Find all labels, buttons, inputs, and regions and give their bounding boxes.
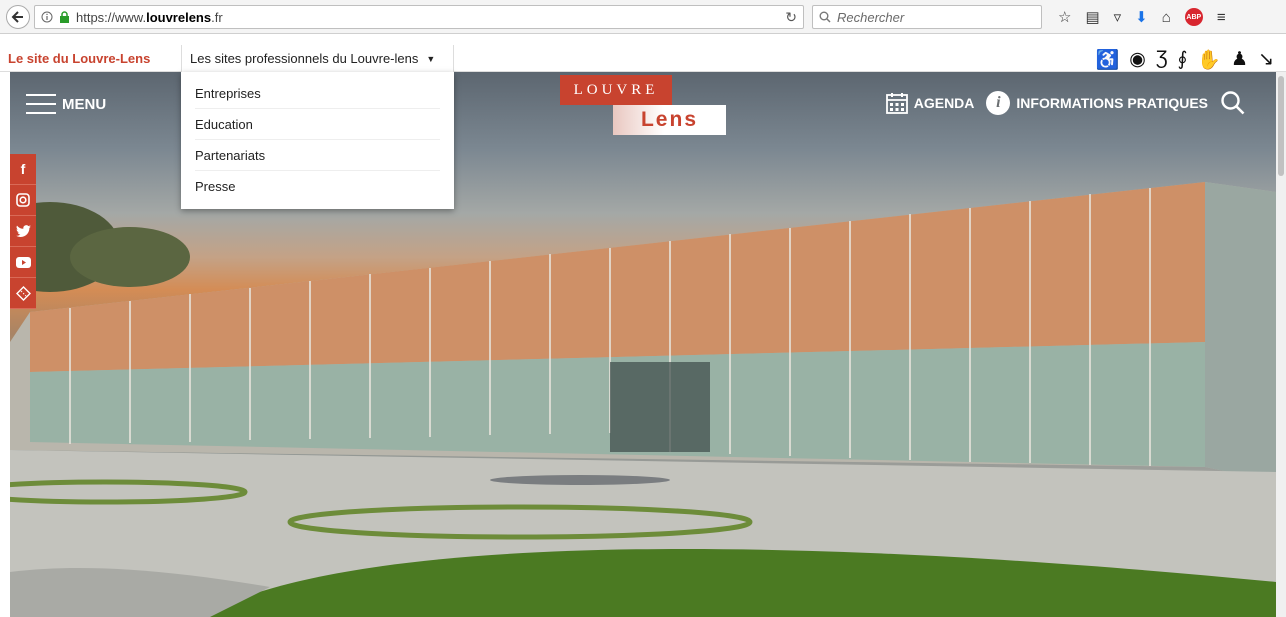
- wheelchair-icon[interactable]: ♿: [1096, 48, 1120, 72]
- logo-top: LOUVRE: [560, 75, 672, 105]
- info-circle-icon[interactable]: [41, 11, 53, 23]
- louvre-lens-logo[interactable]: LOUVRE Lens: [560, 75, 730, 135]
- download-icon[interactable]: ⬇: [1135, 8, 1148, 26]
- deaf-icon[interactable]: Ʒ: [1156, 48, 1168, 72]
- family-icon[interactable]: ♟: [1231, 48, 1248, 72]
- search-icon: [819, 11, 831, 23]
- instagram-icon[interactable]: [10, 185, 36, 216]
- logo-bottom: Lens: [613, 105, 726, 135]
- browser-search-input[interactable]: Rechercher: [812, 5, 1042, 29]
- lock-icon[interactable]: [59, 11, 70, 23]
- sign-language-icon[interactable]: ✋: [1197, 48, 1221, 72]
- menu-icon[interactable]: ≡: [1217, 9, 1226, 26]
- youtube-icon[interactable]: [10, 247, 36, 278]
- ticket-icon[interactable]: [10, 278, 36, 309]
- url-text: https://www.louvrelens.fr: [76, 9, 223, 25]
- pro-sites-dropdown[interactable]: Les sites professionnels du Louvre-lens …: [181, 45, 454, 72]
- hearing-icon[interactable]: ∮: [1177, 48, 1187, 72]
- menu-label: MENU: [62, 95, 107, 113]
- menu-item-entreprises[interactable]: Entreprises: [195, 78, 440, 109]
- pocket-icon[interactable]: ▿: [1114, 8, 1122, 26]
- agenda-link[interactable]: AGENDA: [885, 92, 975, 114]
- menu-item-presse[interactable]: Presse: [195, 171, 440, 202]
- menu-item-partenariats[interactable]: Partenariats: [195, 140, 440, 171]
- home-icon[interactable]: ⌂: [1162, 9, 1171, 26]
- page-scrollbar[interactable]: [1276, 72, 1286, 617]
- back-arrow-icon: [11, 11, 23, 23]
- reading-list-icon[interactable]: ▤: [1085, 8, 1099, 26]
- agenda-label: AGENDA: [913, 95, 975, 111]
- browser-toolbar: https://www.louvrelens.fr ↻ Rechercher ☆…: [0, 0, 1286, 34]
- back-button[interactable]: [6, 5, 30, 29]
- address-bar[interactable]: https://www.louvrelens.fr ↻: [34, 5, 804, 29]
- reload-icon[interactable]: ↻: [785, 9, 797, 26]
- social-bar: f: [10, 154, 36, 309]
- search-icon[interactable]: [1220, 90, 1246, 116]
- accessibility-icons: ♿ ◉ Ʒ ∮ ✋ ♟ ↘: [1096, 48, 1274, 72]
- main-site-link[interactable]: Le site du Louvre-Lens: [8, 45, 150, 72]
- scroll-thumb[interactable]: [1278, 76, 1284, 176]
- caret-down-icon: ▼: [426, 53, 436, 64]
- hamburger-icon: [26, 94, 56, 114]
- info-icon: i: [986, 91, 1011, 115]
- adblock-icon[interactable]: ABP: [1184, 8, 1203, 26]
- search-placeholder: Rechercher: [837, 9, 905, 25]
- pro-sites-label: Les sites professionnels du Louvre-lens: [190, 51, 419, 66]
- pro-bar: Le site du Louvre-Lens Les sites profess…: [0, 45, 1286, 72]
- pro-sites-menu: Entreprises Education Partenariats Press…: [181, 72, 454, 209]
- calendar-icon: [885, 93, 908, 114]
- info-label: INFORMATIONS PRATIQUES: [1016, 95, 1208, 111]
- facebook-icon[interactable]: f: [10, 154, 36, 185]
- top-right-nav: AGENDA i INFORMATIONS PRATIQUES: [885, 90, 1246, 116]
- stroller-icon[interactable]: ↘: [1258, 48, 1274, 72]
- menu-item-education[interactable]: Education: [195, 109, 440, 140]
- twitter-icon[interactable]: [10, 216, 36, 247]
- browser-toolbar-icons: ☆ ▤ ▿ ⬇ ⌂ ABP ≡: [1058, 7, 1226, 27]
- info-link[interactable]: i INFORMATIONS PRATIQUES: [986, 91, 1208, 115]
- low-vision-icon[interactable]: ◉: [1129, 48, 1146, 72]
- menu-button[interactable]: MENU: [26, 94, 106, 114]
- star-icon[interactable]: ☆: [1058, 8, 1071, 26]
